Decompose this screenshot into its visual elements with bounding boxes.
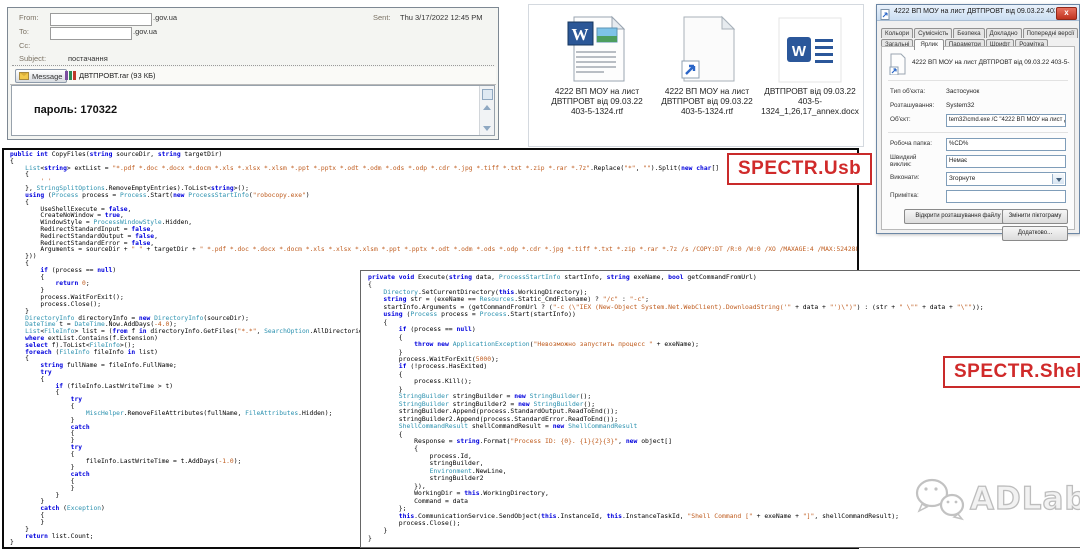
shortcut-tab-page: 4222 ВП МОУ на лист ДВТПРОВТ від 09.03.2… <box>881 46 1075 230</box>
tab-shortcut[interactable]: Ярлик <box>914 39 943 50</box>
close-icon[interactable]: x <box>1056 7 1077 20</box>
adlab-watermark-text: ADLab <box>970 481 1080 517</box>
location-value: System32 <box>946 102 974 109</box>
message-icon <box>19 72 29 80</box>
to-redacted-box[interactable] <box>50 27 132 40</box>
shortcut-page-icon <box>889 53 907 80</box>
email-attachment-bar: Message ДВТПРОВТ.rar (93 КБ) <box>10 67 496 85</box>
email-body: пароль: 170322 <box>11 85 495 136</box>
from-domain: .gov.ua <box>153 13 177 22</box>
attachment-item[interactable]: ДВТПРОВТ.rar (93 КБ) <box>65 69 156 81</box>
sent-label: Sent: <box>373 13 391 22</box>
email-window: From: .gov.ua Sent: Thu 3/17/2022 12:45 … <box>7 7 499 140</box>
email-body-text: пароль: 170322 <box>34 104 117 116</box>
attachment-name: ДВТПРОВТ.rar (93 КБ) <box>79 71 156 80</box>
spectr-shell-label: SPECTR.Shell <box>943 356 1080 388</box>
file-item-rtf-doc[interactable]: W 4222 ВП МОУ на лист ДВТПРОВТ від 09.03… <box>545 13 649 116</box>
subject-value: постачання <box>68 54 108 63</box>
hotkey-label: Швидкий виклик: <box>890 154 938 168</box>
email-to-row: To: .gov.ua <box>8 27 498 39</box>
file-item-shortcut[interactable]: 4222 ВП МОУ на лист ДВТПРОВТ від 09.03.2… <box>655 13 759 116</box>
scroll-down-icon[interactable] <box>483 126 491 131</box>
scroll-up-icon[interactable] <box>483 105 491 110</box>
run-select-value: Згорнуте <box>949 175 975 182</box>
email-separator <box>12 65 494 66</box>
screenshot-stage: public int CopyFiles(string sourceDir, s… <box>0 0 1080 550</box>
rar-archive-icon <box>65 71 76 80</box>
chevron-down-icon[interactable] <box>1052 174 1064 184</box>
spectr-usb-label: SPECTR.Usb <box>727 153 872 185</box>
wechat-icon <box>912 474 966 524</box>
word-rtf-document-icon: W <box>545 13 649 83</box>
dialog-tabs: КольориСумісністьБезпекаДокладноПопередн… <box>881 22 1077 46</box>
target-label: Об'єкт: <box>890 116 944 123</box>
run-label: Виконати: <box>890 174 944 181</box>
shortcut-file-icon <box>655 13 759 83</box>
email-cc-row: Cc: <box>8 41 498 53</box>
file-explorer-panel: W 4222 ВП МОУ на лист ДВТПРОВТ від 09.03… <box>528 4 864 147</box>
comment-label: Примітка: <box>890 192 944 199</box>
run-select[interactable]: Згорнуте <box>946 172 1066 186</box>
shortcut-target-name: 4222 ВП МОУ на лист ДВТПРОВТ від 09.03.2… <box>912 59 1070 66</box>
svg-text:W: W <box>792 43 807 60</box>
email-from-row: From: .gov.ua Sent: Thu 3/17/2022 12:45 … <box>8 13 498 25</box>
sent-value: Thu 3/17/2022 12:45 PM <box>400 13 483 22</box>
target-input[interactable]: tem32\cmd.exe /C "4222 ВП МОУ на лист ДВ… <box>946 114 1066 127</box>
change-icon-button[interactable]: Змінити піктограму <box>1002 209 1068 224</box>
svg-text:W: W <box>572 25 589 44</box>
file-name: 4222 ВП МОУ на лист ДВТПРОВТ від 09.03.2… <box>655 86 759 116</box>
advanced-button[interactable]: Додатково... <box>1002 226 1068 241</box>
location-label: Розташування: <box>890 102 944 109</box>
word-docx-document-icon: W <box>761 13 859 83</box>
reading-pane-icon[interactable] <box>482 89 493 100</box>
file-item-docx[interactable]: W ДВТПРОВТ від 09.03.22 403-5-1324_1,26,… <box>761 13 859 116</box>
from-redacted-box[interactable] <box>50 13 152 26</box>
message-tab-label: Message <box>32 72 62 81</box>
hotkey-input[interactable]: Немає <box>946 155 1066 168</box>
adlab-watermark: ADLab <box>912 474 1080 524</box>
to-domain: .gov.ua <box>133 27 157 36</box>
object-type-value: Застосунок <box>946 88 979 95</box>
cc-label: Cc: <box>19 41 30 50</box>
object-type-label: Тип об'єкта: <box>890 88 944 95</box>
open-file-location-button[interactable]: Відкрити розташування файлу <box>904 209 1012 224</box>
working-folder-label: Робоча папка: <box>890 140 944 147</box>
file-name: ДВТПРОВТ від 09.03.22 403-5-1324_1,26,17… <box>761 86 859 116</box>
email-scrollbar[interactable] <box>479 86 494 135</box>
comment-input[interactable] <box>946 190 1066 203</box>
from-label: From: <box>19 13 39 22</box>
message-tab[interactable]: Message <box>15 69 67 83</box>
shortcut-properties-dialog: 4222 ВП МОУ на лист ДВТПРОВТ від 09.03.2… <box>876 4 1080 234</box>
to-label: To: <box>19 27 29 36</box>
dialog-title: 4222 ВП МОУ на лист ДВТПРОВТ від 09.03.2… <box>894 8 1055 15</box>
dialog-title-bar[interactable]: 4222 ВП МОУ на лист ДВТПРОВТ від 09.03.2… <box>877 5 1079 21</box>
subject-label: Subject: <box>19 54 46 63</box>
file-name: 4222 ВП МОУ на лист ДВТПРОВТ від 09.03.2… <box>545 86 649 116</box>
working-folder-input[interactable]: %CD% <box>946 138 1066 151</box>
